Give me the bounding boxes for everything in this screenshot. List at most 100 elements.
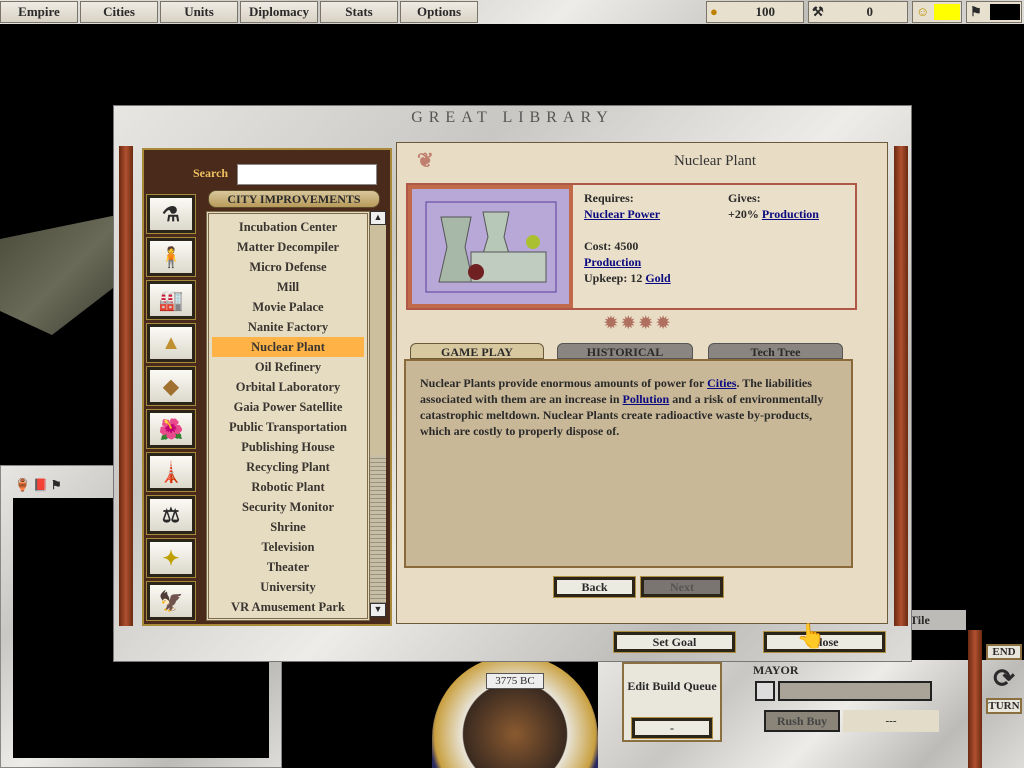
wonder-pyramid-icon[interactable]: ▲ <box>146 323 196 363</box>
happiness-bar <box>934 4 960 20</box>
tab-tech-tree[interactable]: Tech Tree <box>708 343 843 359</box>
cycle-icon: ⟳ <box>993 664 1015 693</box>
list-item[interactable]: VR Amusement Park <box>212 597 364 617</box>
options-button[interactable]: Options <box>400 1 478 23</box>
list-item[interactable]: Orbital Laboratory <box>212 377 364 397</box>
list-item[interactable]: Gaia Power Satellite <box>212 397 364 417</box>
mayor-dropdown[interactable] <box>778 681 932 701</box>
concept-icon[interactable]: 🗼 <box>146 452 196 492</box>
list-item[interactable]: Theater <box>212 557 364 577</box>
empire-button[interactable]: Empire <box>0 1 78 23</box>
diplomacy-button[interactable]: Diplomacy <box>240 1 318 23</box>
cities-button[interactable]: Cities <box>80 1 158 23</box>
list-item[interactable]: Incubation Center <box>212 217 364 237</box>
cost-production-link[interactable]: Production <box>584 255 641 269</box>
edit-build-queue-label: Edit Build Queue <box>627 679 717 693</box>
list-item[interactable]: Publishing House <box>212 437 364 457</box>
production-value: 0 <box>866 4 874 19</box>
date-display: 3775 BC <box>486 673 544 689</box>
list-item[interactable]: Shrine <box>212 517 364 537</box>
stats-button[interactable]: Stats <box>320 1 398 23</box>
scroll-up-arrow[interactable]: ▲ <box>370 211 386 225</box>
cooling-tower-icon <box>425 201 556 292</box>
list-scrollbar[interactable]: ▲ ▼ <box>370 211 386 617</box>
gold-coin-icon: ● <box>710 4 718 19</box>
list-item[interactable]: Micro Defense <box>212 257 364 277</box>
list-item[interactable]: Recycling Plant <box>212 457 364 477</box>
rush-buy-button[interactable]: Rush Buy <box>764 710 840 732</box>
tile-tab[interactable]: Tile <box>906 610 966 630</box>
text-part: Nuclear Plants provide enormous amounts … <box>420 376 708 390</box>
unit-person-icon[interactable]: 🧍 <box>146 237 196 277</box>
list-item[interactable]: Robotic Plant <box>212 477 364 497</box>
list-item[interactable]: Nanite Factory <box>212 317 364 337</box>
gives-details: Gives: +20% Production <box>728 190 819 222</box>
scroll-down-arrow[interactable]: ▼ <box>370 603 386 617</box>
tab-historical[interactable]: HISTORICAL <box>557 343 693 359</box>
gold-display: ● 100 <box>706 1 804 23</box>
list-item[interactable]: Oil Refinery <box>212 357 364 377</box>
scroll-track[interactable] <box>370 225 386 455</box>
cost-label: Cost: 4500 <box>584 239 639 253</box>
list-item[interactable]: Matter Decompiler <box>212 237 364 257</box>
science-flask-icon[interactable]: ⚗ <box>146 194 196 234</box>
map-terrain <box>0 215 130 335</box>
queue-value: - <box>631 717 713 739</box>
advance-icon[interactable]: ✦ <box>146 538 196 578</box>
entry-title: Nuclear Plant <box>673 153 757 169</box>
end-label: END <box>986 644 1022 660</box>
entry-text-panel: Nuclear Plants provide enormous amounts … <box>404 359 853 568</box>
ornament-divider-icon: ✹ ✹ ✹ ✹ <box>604 315 670 332</box>
list-item[interactable]: Security Monitor <box>212 497 364 517</box>
hammer-icon: ⚒ <box>812 4 824 19</box>
list-item[interactable]: Nuclear Plant <box>212 337 364 357</box>
list-item[interactable]: University <box>212 577 364 597</box>
pillar <box>968 630 982 768</box>
back-button[interactable]: Back <box>553 576 636 598</box>
search-input[interactable] <box>237 164 377 185</box>
search-label: Search <box>193 166 229 180</box>
next-button[interactable]: Next <box>640 576 724 598</box>
mayor-checkbox[interactable] <box>755 681 775 701</box>
hand-cursor-icon: 👆 <box>796 624 826 650</box>
cities-link[interactable]: Cities <box>707 376 736 390</box>
gives-production-link[interactable]: Production <box>762 207 819 221</box>
list-item[interactable]: Mill <box>212 277 364 297</box>
great-seal-icon[interactable]: 🦅 <box>146 581 196 621</box>
entry-details: Requires: Nuclear Power Cost: 4500 Produ… <box>584 190 671 286</box>
mayor-label: MAYOR <box>753 663 799 677</box>
units-button[interactable]: Units <box>160 1 238 23</box>
tab-game-play[interactable]: GAME PLAY <box>410 343 544 359</box>
control-wheel <box>432 655 598 768</box>
turn-label: TURN <box>986 698 1022 714</box>
ornament-scroll-icon: ❦ <box>417 150 434 172</box>
rush-buy-cost: --- <box>843 710 939 732</box>
improvement-list: Incubation Center Matter Decompiler Micro … <box>206 211 370 621</box>
list-item[interactable]: Public Transportation <box>212 417 364 437</box>
end-turn-button[interactable]: END ⟳ TURN <box>986 644 1022 730</box>
city-tab-icons: 🏺 📕 ⚑ <box>15 478 62 492</box>
requires-label: Requires: <box>584 191 634 205</box>
improvement-icon[interactable]: 🏭 <box>146 280 196 320</box>
requires-link[interactable]: Nuclear Power <box>584 207 660 221</box>
flag-icon: ⚑ <box>970 4 982 19</box>
dialog-title: GREAT LIBRARY <box>411 109 614 126</box>
pollution-link[interactable]: Pollution <box>623 392 670 406</box>
turn-display: ⚑ <box>966 1 1022 23</box>
set-goal-button[interactable]: Set Goal <box>613 631 736 653</box>
upkeep-gold-link[interactable]: Gold <box>645 271 670 285</box>
happiness-display: ☺ <box>912 1 962 23</box>
gives-label: Gives: <box>728 191 761 205</box>
terrain-icon[interactable]: ◆ <box>146 366 196 406</box>
nuclear-plant-image <box>408 185 573 308</box>
left-pillar <box>119 146 133 626</box>
turn-bar <box>990 4 1020 20</box>
mask-icon: ☺ <box>916 4 930 19</box>
list-item[interactable]: Television <box>212 537 364 557</box>
list-item[interactable]: Movie Palace <box>212 297 364 317</box>
tile-improvement-icon[interactable]: 🌺 <box>146 409 196 449</box>
government-scales-icon[interactable]: ⚖ <box>146 495 196 535</box>
production-display: ⚒ 0 <box>808 1 908 23</box>
category-header: CITY IMPROVEMENTS <box>208 190 380 208</box>
upkeep-label: Upkeep: 12 <box>584 271 643 285</box>
